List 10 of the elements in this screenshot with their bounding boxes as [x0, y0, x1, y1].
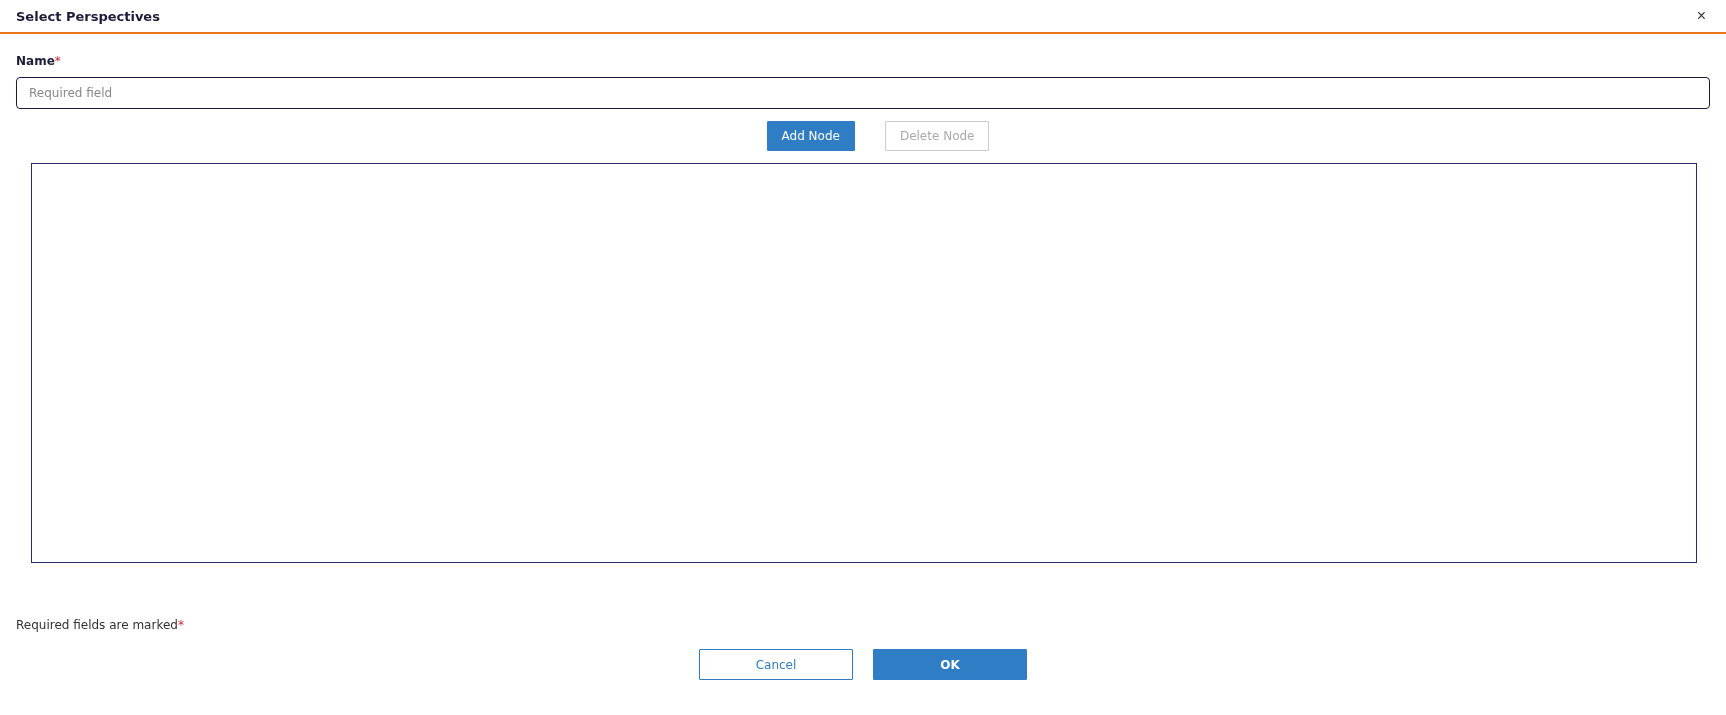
- footer-note: Required fields are marked: [16, 618, 178, 632]
- field-label: Name: [16, 54, 55, 68]
- name-input-field[interactable]: Required field: [16, 77, 1710, 109]
- close-button[interactable]: ×: [1692, 7, 1710, 25]
- cancel-button[interactable]: Cancel: [699, 649, 853, 680]
- dialog-title: Select Perspectives: [16, 8, 160, 24]
- ok-button[interactable]: OK: [873, 649, 1027, 680]
- required-mark: *: [54, 54, 61, 68]
- required-mark: *: [177, 618, 184, 632]
- toolbar-button[interactable]: Add Node: [766, 121, 855, 151]
